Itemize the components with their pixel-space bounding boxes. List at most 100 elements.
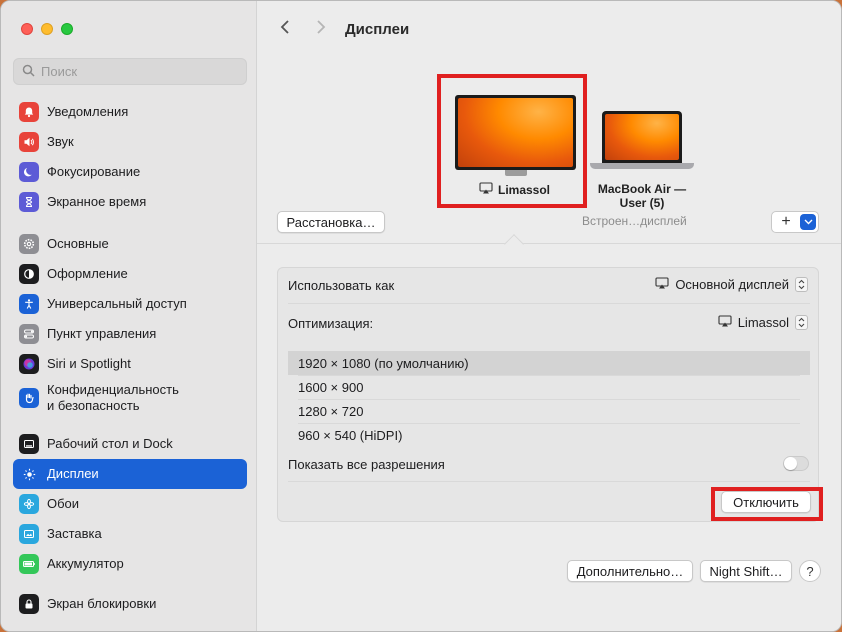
resolution-option[interactable]: 1600 × 900	[288, 375, 810, 399]
wallpaper-preview	[605, 114, 679, 160]
sidebar-item-label: Универсальный доступ	[47, 296, 187, 311]
siri-icon	[19, 354, 39, 374]
sidebar-item-focus[interactable]: Фокусирование	[13, 157, 247, 187]
display-1-label: Limassol	[479, 182, 550, 197]
airplay-icon	[479, 182, 493, 197]
sidebar-item-lock-screen[interactable]: Экран блокировки	[13, 589, 247, 619]
sidebar-item-screensaver[interactable]: Заставка	[13, 519, 247, 549]
optimize-value: Limassol	[737, 315, 789, 330]
display-limassol-thumbnail[interactable]	[455, 95, 576, 170]
close-button[interactable]	[21, 23, 33, 35]
use-as-label: Использовать как	[288, 278, 395, 293]
monitor-stand	[505, 170, 527, 176]
optimize-label: Оптимизация:	[288, 316, 374, 331]
add-display-control[interactable]: +	[771, 211, 819, 233]
chevron-down-icon[interactable]	[800, 214, 816, 230]
help-button[interactable]: ?	[799, 560, 821, 582]
sidebar-separator	[13, 579, 247, 589]
sidebar-item-appearance[interactable]: Оформление	[13, 259, 247, 289]
optimize-popup[interactable]: Limassol	[718, 315, 808, 330]
dock-icon	[19, 434, 39, 454]
resolution-option[interactable]: 960 × 540 (HiDPI)	[288, 423, 810, 447]
sidebar-item-label: Оформление	[47, 266, 128, 281]
sidebar-item-label: Уведомления	[47, 104, 129, 119]
display-1-name: Limassol	[498, 182, 551, 197]
search-icon	[22, 64, 35, 80]
show-all-resolutions-label: Показать все разрешения	[288, 457, 445, 472]
sun-icon	[19, 464, 39, 484]
resolution-option[interactable]: 1280 × 720	[288, 399, 810, 423]
sidebar-item-siri[interactable]: Siri и Spotlight	[13, 349, 247, 379]
airplay-icon	[655, 277, 669, 292]
sidebar-item-label: Фокусирование	[47, 164, 141, 179]
laptop-base	[590, 163, 694, 169]
display-macbook-thumbnail[interactable]	[602, 111, 682, 163]
sidebar-item-displays[interactable]: Дисплеи	[13, 459, 247, 489]
accessibility-icon	[19, 294, 39, 314]
sidebar-item-desktop-dock[interactable]: Рабочий стол и Dock	[13, 429, 247, 459]
sidebar-item-sound[interactable]: Звук	[13, 127, 247, 157]
moon-icon	[19, 162, 39, 182]
sidebar-item-label: Дисплеи	[47, 466, 99, 481]
sidebar-item-privacy[interactable]: Конфиденциальность и безопасность	[13, 379, 247, 417]
page-title: Дисплеи	[345, 21, 410, 38]
zoom-button[interactable]	[61, 23, 73, 35]
night-shift-button[interactable]: Night Shift…	[700, 560, 792, 582]
sidebar-list: Уведомления Звук Фокусирование Экранное …	[13, 97, 247, 619]
flower-icon	[19, 494, 39, 514]
sidebar-item-control-center[interactable]: Пункт управления	[13, 319, 247, 349]
search-field[interactable]	[13, 58, 247, 85]
battery-icon	[19, 554, 39, 574]
updown-chevron-icon	[795, 315, 808, 330]
sidebar-item-accessibility[interactable]: Универсальный доступ	[13, 289, 247, 319]
divider	[288, 303, 810, 304]
toggle-knob	[784, 457, 797, 470]
chevron-left-icon	[280, 20, 289, 34]
use-as-popup[interactable]: Основной дисплей	[655, 277, 808, 292]
sidebar-item-label: Аккумулятор	[47, 556, 124, 571]
main-pane: Дисплеи Limassol MacBook Air — User (5) …	[257, 1, 841, 631]
forward-button[interactable]	[311, 18, 331, 41]
gear-icon	[19, 234, 39, 254]
hourglass-icon	[19, 192, 39, 212]
minimize-button[interactable]	[41, 23, 53, 35]
display-2-name: MacBook Air — User (5)	[597, 182, 687, 210]
sidebar-separator	[13, 217, 247, 229]
divider	[257, 243, 841, 244]
disconnect-button[interactable]: Отключить	[721, 491, 811, 513]
sidebar-item-label: Пункт управления	[47, 326, 157, 341]
add-display-button[interactable]: +	[772, 213, 800, 231]
arrange-button[interactable]: Расстановка…	[277, 211, 385, 233]
show-all-resolutions-toggle[interactable]	[783, 456, 809, 471]
display-settings-panel: Использовать как Основной дисплей Оптими…	[277, 267, 819, 522]
back-button[interactable]	[275, 18, 295, 41]
builtin-display-label: Встроен…дисплей	[582, 214, 687, 228]
divider	[288, 481, 810, 482]
sidebar-item-label: Конфиденциальность и безопасность	[47, 382, 179, 413]
settings-window: Уведомления Звук Фокусирование Экранное …	[0, 0, 842, 632]
bell-icon	[19, 102, 39, 122]
advanced-button[interactable]: Дополнительно…	[567, 560, 693, 582]
airplay-icon	[718, 315, 732, 330]
sidebar-item-label: Обои	[47, 496, 80, 511]
sidebar-item-label: Звук	[47, 134, 74, 149]
sidebar-item-screen-time[interactable]: Экранное время	[13, 187, 247, 217]
use-as-value: Основной дисплей	[675, 277, 789, 292]
lock-icon	[19, 594, 39, 614]
sidebar: Уведомления Звук Фокусирование Экранное …	[1, 1, 257, 631]
sidebar-item-general[interactable]: Основные	[13, 229, 247, 259]
chevron-right-icon	[317, 20, 326, 34]
sidebar-item-label: Основные	[47, 236, 109, 251]
sidebar-item-label: Заставка	[47, 526, 102, 541]
sidebar-item-battery[interactable]: Аккумулятор	[13, 549, 247, 579]
sidebar-item-wallpaper[interactable]: Обои	[13, 489, 247, 519]
hand-icon	[19, 388, 39, 408]
search-input[interactable]	[41, 64, 231, 79]
sidebar-item-notifications[interactable]: Уведомления	[13, 97, 247, 127]
wallpaper-preview	[458, 98, 573, 167]
resolution-option[interactable]: 1920 × 1080 (по умолчанию)	[288, 351, 810, 375]
toolbar: Дисплеи	[257, 1, 841, 59]
appearance-icon	[19, 264, 39, 284]
screensaver-icon	[19, 524, 39, 544]
sidebar-separator	[13, 417, 247, 429]
